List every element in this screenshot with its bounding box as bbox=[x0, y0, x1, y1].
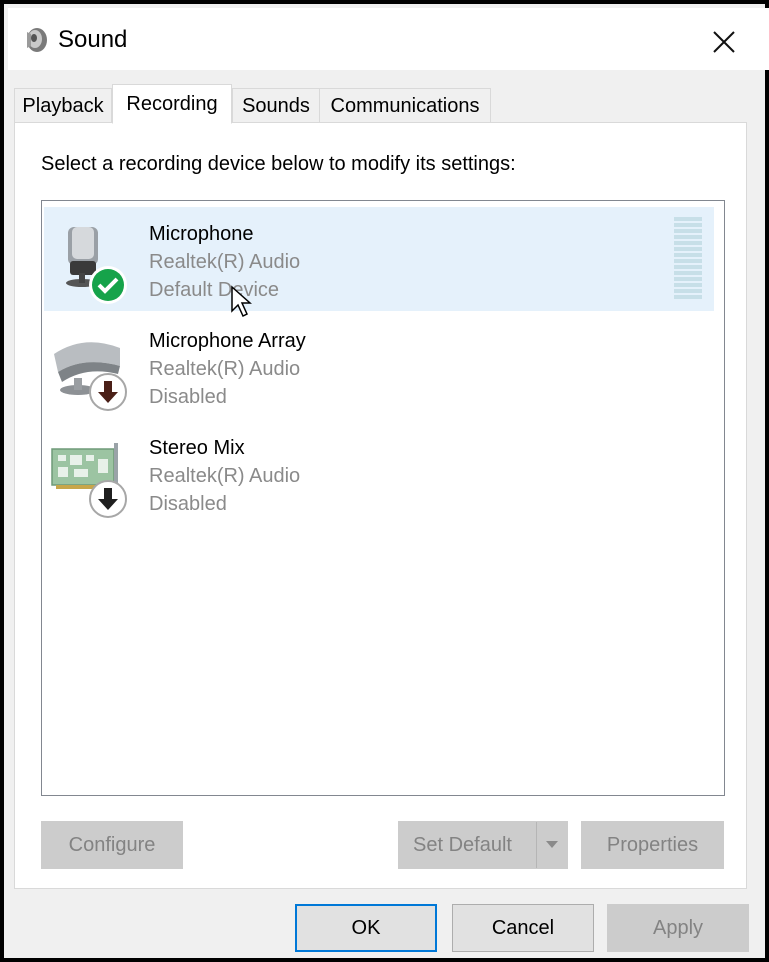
down-arrow-badge-icon bbox=[88, 372, 128, 412]
configure-button[interactable]: Configure bbox=[41, 821, 183, 869]
ok-button[interactable]: OK bbox=[295, 904, 437, 952]
tab-communications[interactable]: Communications bbox=[319, 88, 491, 122]
set-default-label: Set Default bbox=[413, 834, 512, 856]
device-name: Microphone bbox=[149, 223, 254, 245]
device-status: Default Device bbox=[149, 279, 280, 301]
device-driver: Realtek(R) Audio bbox=[149, 358, 301, 380]
down-arrow-badge-icon bbox=[88, 479, 128, 519]
list-item-stereo-mix[interactable]: Stereo Mix Realtek(R) Audio Disabled bbox=[44, 421, 714, 525]
tab-sounds[interactable]: Sounds bbox=[232, 88, 320, 122]
device-driver: Realtek(R) Audio bbox=[149, 465, 301, 487]
close-button[interactable] bbox=[702, 20, 746, 64]
speaker-icon bbox=[22, 26, 50, 54]
device-status: Disabled bbox=[149, 386, 227, 408]
recording-panel: Select a recording device below to modif… bbox=[14, 122, 747, 889]
device-list[interactable]: Microphone Realtek(R) Audio Default Devi… bbox=[41, 200, 725, 796]
title-bar: Sound bbox=[8, 8, 769, 70]
cancel-button[interactable]: Cancel bbox=[452, 904, 594, 952]
apply-button[interactable]: Apply bbox=[607, 904, 749, 952]
list-item-microphone-array[interactable]: Microphone Array Realtek(R) Audio Disabl… bbox=[44, 314, 714, 418]
window-title: Sound bbox=[58, 26, 128, 53]
instruction-text: Select a recording device below to modif… bbox=[41, 153, 516, 175]
sound-dialog: Sound Playback Recording Sounds Communic… bbox=[0, 0, 769, 962]
properties-button[interactable]: Properties bbox=[581, 821, 724, 869]
set-default-button[interactable]: Set Default bbox=[398, 821, 568, 869]
set-default-dropdown[interactable] bbox=[536, 822, 567, 868]
device-name: Microphone Array bbox=[149, 330, 306, 352]
list-item-microphone[interactable]: Microphone Realtek(R) Audio Default Devi… bbox=[44, 207, 714, 318]
tab-recording[interactable]: Recording bbox=[112, 84, 232, 124]
device-name: Stereo Mix bbox=[149, 437, 245, 459]
level-meter bbox=[674, 217, 702, 299]
close-icon bbox=[713, 31, 735, 53]
chevron-down-icon bbox=[546, 841, 558, 848]
check-badge-icon bbox=[88, 265, 128, 305]
device-driver: Realtek(R) Audio bbox=[149, 251, 301, 273]
device-status: Disabled bbox=[149, 493, 227, 515]
tab-playback[interactable]: Playback bbox=[14, 88, 112, 122]
